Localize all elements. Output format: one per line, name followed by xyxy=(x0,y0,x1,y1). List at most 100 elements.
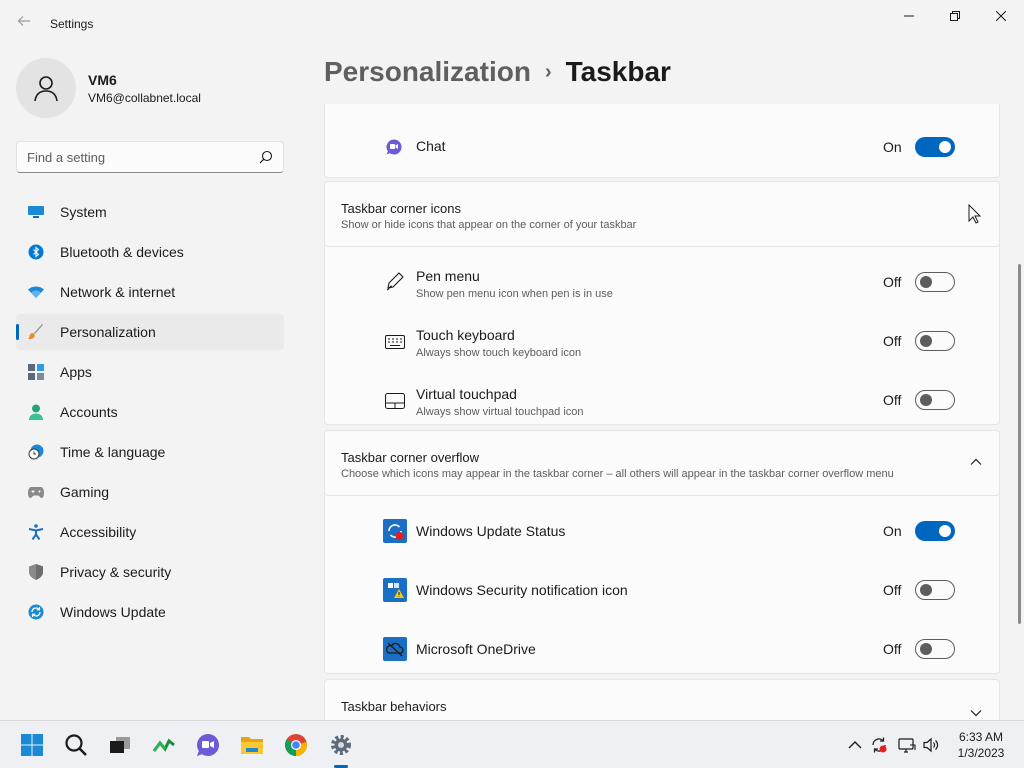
restore-button[interactable] xyxy=(932,4,978,28)
search-box[interactable] xyxy=(16,141,284,173)
breadcrumb: Personalization › Taskbar xyxy=(324,56,671,88)
avatar[interactable] xyxy=(16,58,76,118)
system-icon xyxy=(28,204,44,220)
corner-icons-header: Taskbar corner icons Show or hide icons … xyxy=(324,181,1000,247)
sidebar-nav: System Bluetooth & devices Network & int… xyxy=(16,194,284,634)
chevron-up-icon[interactable] xyxy=(969,455,983,469)
update-icon xyxy=(28,604,44,620)
breadcrumb-separator: › xyxy=(544,61,552,83)
gamepad-icon xyxy=(28,484,44,500)
chevron-down-icon[interactable] xyxy=(969,706,983,720)
touch-keyboard-toggle[interactable] xyxy=(915,331,955,351)
apps-icon xyxy=(28,364,44,380)
chat-toggle[interactable] xyxy=(915,137,955,157)
network-icon[interactable] xyxy=(898,736,916,754)
search-icon[interactable] xyxy=(259,150,273,164)
app-title: Settings xyxy=(50,17,94,31)
sidebar-item-label: Accounts xyxy=(60,404,118,420)
taskbar-items-card: Chat On xyxy=(324,104,1000,178)
sidebar-item-accounts[interactable]: Accounts xyxy=(16,394,284,430)
keyboard-icon xyxy=(385,335,405,349)
chat-row: Chat On xyxy=(325,119,1000,177)
sidebar-item-windows-update[interactable]: Windows Update xyxy=(16,594,284,630)
settings-content: Chat On Taskbar corner icons Show or hid… xyxy=(324,104,1000,720)
clock-globe-icon xyxy=(28,444,44,460)
pen-menu-toggle[interactable] xyxy=(915,272,955,292)
windows-update-status-icon xyxy=(383,519,407,543)
toggle-knob xyxy=(920,584,932,596)
clock-time: 6:33 AM xyxy=(958,730,1004,744)
clock[interactable]: 6:33 AM 1/3/2023 xyxy=(950,729,1012,761)
row-state: Off xyxy=(883,274,902,290)
task-view-icon[interactable] xyxy=(108,733,132,757)
sidebar-item-privacy-security[interactable]: Privacy & security xyxy=(16,554,284,590)
section-title: Taskbar corner overflow xyxy=(341,450,479,465)
restore-icon xyxy=(950,11,960,21)
windows-update-status-row: Windows Update Status On xyxy=(325,502,1000,560)
touchpad-icon xyxy=(385,393,405,409)
toggle-knob xyxy=(920,276,932,288)
sidebar-item-label: Accessibility xyxy=(60,524,137,540)
sidebar-item-accessibility[interactable]: Accessibility xyxy=(16,514,284,550)
row-state: Off xyxy=(883,582,902,598)
sidebar-item-system[interactable]: System xyxy=(16,194,284,230)
search-icon[interactable] xyxy=(64,733,88,757)
bluetooth-icon xyxy=(28,244,44,260)
user-icon xyxy=(34,76,58,102)
settings-icon[interactable] xyxy=(329,733,353,757)
section-title: Taskbar corner icons xyxy=(341,201,461,216)
sidebar-item-label: Privacy & security xyxy=(60,564,172,580)
chat-icon[interactable] xyxy=(196,733,220,757)
windows-update-status-toggle[interactable] xyxy=(915,521,955,541)
sidebar-item-label: Network & internet xyxy=(60,284,176,300)
minimize-button[interactable] xyxy=(886,4,932,28)
sidebar-item-gaming[interactable]: Gaming xyxy=(16,474,284,510)
row-state: Off xyxy=(883,333,902,349)
clock-date: 1/3/2023 xyxy=(957,746,1005,760)
row-label: Touch keyboard xyxy=(416,327,515,343)
row-state: On xyxy=(883,523,902,539)
sidebar-item-time-language[interactable]: Time & language xyxy=(16,434,284,470)
sidebar-item-label: Gaming xyxy=(60,484,110,500)
sidebar-item-network[interactable]: Network & internet xyxy=(16,274,284,310)
sidebar-item-label: Apps xyxy=(60,364,92,380)
chevron-up-icon[interactable] xyxy=(846,736,864,754)
row-description: Show pen menu icon when pen is in use xyxy=(416,288,613,300)
close-button[interactable] xyxy=(978,4,1024,28)
row-label: Virtual touchpad xyxy=(416,386,517,402)
taskbar-behaviors-header[interactable]: Taskbar behaviors xyxy=(324,679,1000,720)
windows-security-icon xyxy=(383,578,407,602)
start-icon[interactable] xyxy=(20,733,44,757)
virtual-touchpad-row: Virtual touchpad Always show virtual tou… xyxy=(325,371,1000,429)
widgets-icon[interactable] xyxy=(152,733,176,757)
windows-security-toggle[interactable] xyxy=(915,580,955,600)
sidebar-item-bluetooth[interactable]: Bluetooth & devices xyxy=(16,234,284,270)
back-button[interactable] xyxy=(12,12,36,36)
section-subtitle: Choose which icons may appear in the tas… xyxy=(341,468,894,480)
chat-state: On xyxy=(883,139,902,155)
corner-overflow-header[interactable]: Taskbar corner overflow Choose which ico… xyxy=(324,430,1000,496)
touch-keyboard-row: Touch keyboard Always show touch keyboar… xyxy=(325,312,1000,370)
virtual-touchpad-toggle[interactable] xyxy=(915,390,955,410)
search-input[interactable] xyxy=(17,142,247,172)
mouse-cursor-icon xyxy=(968,204,982,224)
user-email: VM6@collabnet.local xyxy=(88,91,201,105)
sidebar-item-personalization[interactable]: Personalization xyxy=(16,314,284,350)
sidebar-item-label: Bluetooth & devices xyxy=(60,244,184,260)
chat-icon xyxy=(386,139,402,155)
row-description: Always show virtual touchpad icon xyxy=(416,406,584,418)
onedrive-toggle[interactable] xyxy=(915,639,955,659)
corner-icons-card: Taskbar corner icons Show or hide icons … xyxy=(324,181,1000,425)
section-title: Taskbar behaviors xyxy=(341,699,447,714)
chat-label: Chat xyxy=(416,138,446,154)
chrome-icon[interactable] xyxy=(284,733,308,757)
content-scrollbar[interactable] xyxy=(1018,264,1021,624)
file-explorer-icon[interactable] xyxy=(240,733,264,757)
sidebar-item-apps[interactable]: Apps xyxy=(16,354,284,390)
volume-icon[interactable] xyxy=(922,736,940,754)
breadcrumb-parent[interactable]: Personalization xyxy=(324,56,531,87)
row-label: Windows Security notification icon xyxy=(416,582,628,598)
windows-update-tray-icon[interactable] xyxy=(870,736,888,754)
windows-security-row: Windows Security notification icon Off xyxy=(325,561,1000,619)
brush-icon xyxy=(28,324,44,340)
